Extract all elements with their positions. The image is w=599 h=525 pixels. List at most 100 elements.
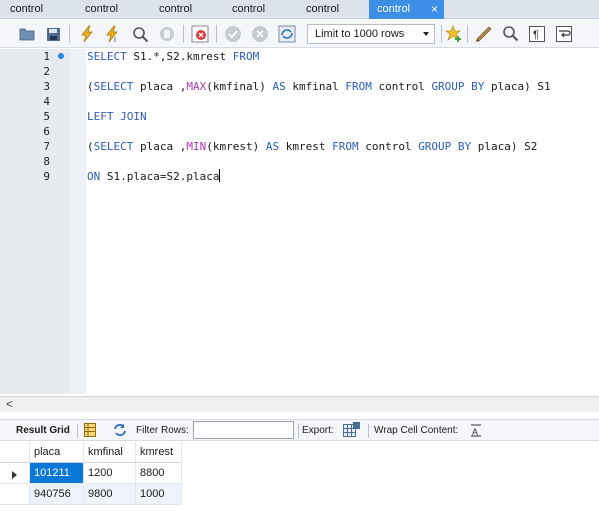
code-line-9: ON S1.placa=S2.placa xyxy=(87,169,221,184)
add-snippet-icon[interactable] xyxy=(444,24,464,44)
result-grid: placa kmfinal kmrest 101211 1200 8800 94… xyxy=(0,442,599,525)
fold-margin xyxy=(70,49,86,394)
toolbar-separator xyxy=(368,424,369,438)
horizontal-scrollbar[interactable]: < xyxy=(0,396,599,412)
commit-icon[interactable] xyxy=(223,24,243,44)
open-folder-icon[interactable] xyxy=(17,24,37,44)
current-row-indicator-icon xyxy=(12,471,17,479)
scroll-left-icon[interactable]: < xyxy=(6,397,13,412)
tab-label: control xyxy=(10,3,44,15)
query-tab[interactable]: control xyxy=(0,0,73,19)
toolbar-separator xyxy=(77,424,78,438)
line-number: 2 xyxy=(43,65,50,78)
table-cell[interactable]: 1000 xyxy=(136,484,182,505)
filter-rows-label: Filter Rows: xyxy=(136,425,189,436)
row-header[interactable] xyxy=(0,484,30,505)
table-cell[interactable]: 1200 xyxy=(84,463,136,484)
toolbar-separator xyxy=(69,25,70,43)
result-grid-tab[interactable]: Result Grid xyxy=(16,420,70,441)
tab-label: control xyxy=(232,3,266,15)
table-cell-selected[interactable]: 101211 xyxy=(30,463,84,484)
sql-text: S1.*,S2.kmrest xyxy=(126,50,233,63)
sql-keyword: AS xyxy=(265,140,280,153)
sql-text: placa , xyxy=(133,140,187,153)
filter-rows-input[interactable] xyxy=(193,421,294,439)
sql-editor[interactable]: 1 2 3 4 5 6 7 8 9 SELECT S1.*,S2.kmrest … xyxy=(0,49,599,394)
line-number-gutter: 1 2 3 4 5 6 7 8 9 xyxy=(0,49,70,394)
rollback-icon[interactable] xyxy=(250,24,270,44)
query-tab[interactable]: control xyxy=(222,0,294,19)
sql-text: control xyxy=(371,80,432,93)
export-label: Export: xyxy=(302,425,334,436)
column-header[interactable]: kmfinal xyxy=(84,442,136,463)
sql-text: kmrest xyxy=(279,140,333,153)
find-icon[interactable] xyxy=(501,24,521,44)
sql-text: (kmrest) xyxy=(206,140,266,153)
sql-keyword: SELECT xyxy=(93,140,134,153)
sql-text: ( xyxy=(87,140,94,153)
limit-rows-select[interactable]: Limit to 1000 rows xyxy=(307,24,435,44)
column-header[interactable]: placa xyxy=(30,442,84,463)
sql-text: control xyxy=(358,140,419,153)
text-caret xyxy=(219,169,221,182)
statement-marker-icon xyxy=(58,53,64,59)
beautify-icon[interactable] xyxy=(474,24,494,44)
invisible-chars-icon[interactable]: ¶ xyxy=(527,24,547,44)
toolbar-separator xyxy=(216,25,217,43)
sql-text: placa) S1 xyxy=(484,80,551,93)
execute-icon[interactable] xyxy=(77,24,97,44)
tab-label: control xyxy=(85,3,119,15)
line-number: 1 xyxy=(43,50,50,63)
query-tab[interactable]: control xyxy=(75,0,147,19)
line-number: 5 xyxy=(43,110,50,123)
save-icon[interactable] xyxy=(43,24,63,44)
execute-current-icon[interactable]: I xyxy=(103,24,123,44)
query-tab-bar: control control control control control … xyxy=(0,0,599,19)
line-number: 4 xyxy=(43,95,50,108)
wrap-cell-label: Wrap Cell Content: xyxy=(374,425,459,436)
result-toolbar: Result Grid Filter Rows: Export: Wrap Ce… xyxy=(0,419,599,441)
table-cell[interactable]: 9800 xyxy=(84,484,136,505)
sql-text: S1.placa=S2.placa xyxy=(100,170,220,183)
sql-text: placa , xyxy=(133,80,187,93)
table-cell[interactable]: 940756 xyxy=(30,484,84,505)
sql-function: MIN xyxy=(186,140,207,153)
table-cell[interactable]: 8800 xyxy=(136,463,182,484)
toolbar-separator xyxy=(298,424,299,438)
refresh-icon[interactable] xyxy=(112,423,128,440)
wrap-icon[interactable] xyxy=(554,24,574,44)
sql-text: kmfinal xyxy=(285,80,346,93)
svg-text:I: I xyxy=(114,37,116,43)
grid-corner xyxy=(0,442,30,463)
sql-keyword: SELECT xyxy=(93,80,134,93)
stop-icon[interactable] xyxy=(157,24,177,44)
autocommit-icon[interactable] xyxy=(277,24,297,44)
query-tab[interactable]: control xyxy=(149,0,221,19)
sql-keyword: FROM xyxy=(345,80,372,93)
wrap-cell-icon[interactable]: A xyxy=(470,424,482,440)
limit-rows-value: Limit to 1000 rows xyxy=(315,28,405,40)
close-icon[interactable]: × xyxy=(431,0,438,18)
sql-keyword: SELECT xyxy=(87,50,127,63)
sql-editor-window: control control control control control … xyxy=(0,0,599,525)
toolbar-separator xyxy=(183,25,184,43)
toggle-error-icon[interactable] xyxy=(190,24,210,44)
svg-text:¶: ¶ xyxy=(533,29,539,41)
sql-keyword: FROM xyxy=(332,140,359,153)
sql-text: (kmfinal) xyxy=(206,80,273,93)
sql-keyword: GROUP BY xyxy=(431,80,485,93)
explain-icon[interactable] xyxy=(130,24,150,44)
editor-toolbar: I Limit to 1000 rows ¶ xyxy=(0,20,599,48)
tab-label: control xyxy=(306,3,340,15)
query-tab[interactable]: control xyxy=(296,0,368,19)
toolbar-separator xyxy=(441,25,442,43)
line-number: 6 xyxy=(43,125,50,138)
column-header[interactable]: kmrest xyxy=(136,442,182,463)
chevron-down-icon xyxy=(423,32,429,36)
export-icon[interactable] xyxy=(343,422,361,441)
query-tab-active[interactable]: control × xyxy=(369,0,444,19)
grid-layout-icon[interactable] xyxy=(84,423,96,440)
sql-keyword: FROM xyxy=(232,50,260,63)
tab-label: control xyxy=(159,3,193,15)
sql-keyword: AS xyxy=(272,80,286,93)
